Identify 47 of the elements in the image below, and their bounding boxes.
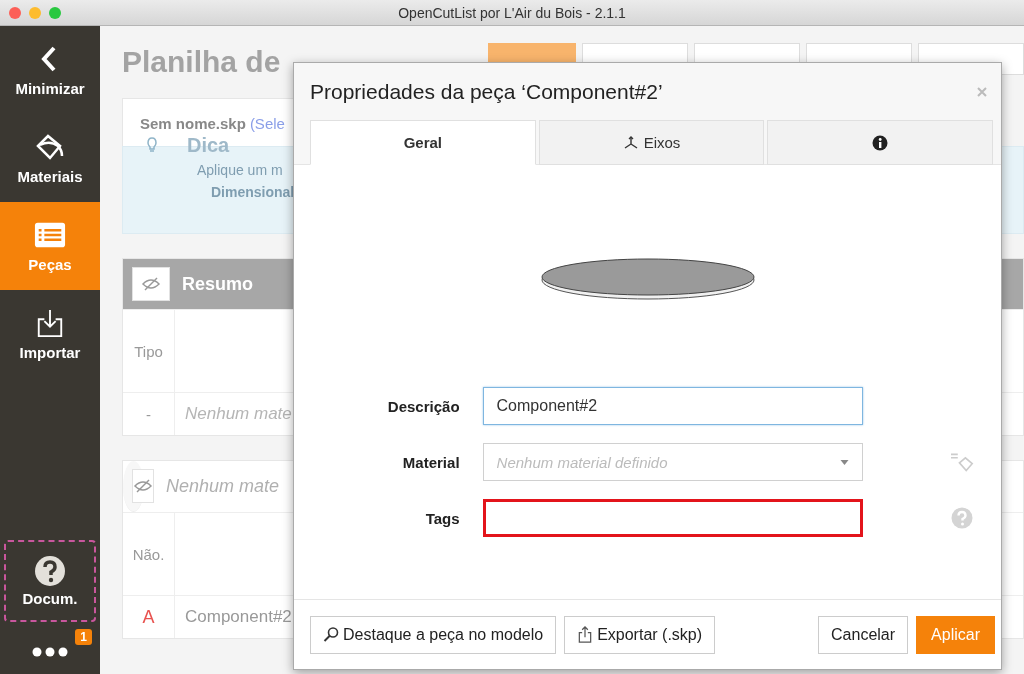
tip-text: Dimensional — [211, 183, 296, 202]
table-cell: A — [123, 596, 175, 638]
search-icon — [323, 626, 339, 643]
close-window-icon[interactable] — [9, 6, 21, 19]
tip-text: Aplique um m — [197, 161, 284, 180]
help-icon — [34, 555, 66, 587]
column-header: Tipo — [123, 310, 175, 392]
window-title: OpenCutList por L'Air du Bois - 2.1.1 — [398, 4, 626, 21]
field-label: Descrição — [386, 397, 461, 415]
table-cell: - — [123, 393, 175, 435]
input-field[interactable]: Component#2 — [482, 387, 864, 425]
zoom-window-icon[interactable] — [49, 6, 61, 19]
documentation-button[interactable]: Docum. — [4, 540, 96, 622]
field-label: Material — [401, 453, 461, 471]
input-field[interactable] — [482, 499, 864, 537]
dialog-button[interactable]: Cancelar — [818, 615, 909, 654]
dialog-title: Propriedades da peça ‘Component#2’ — [310, 79, 663, 104]
table-title: Resumo — [182, 273, 253, 295]
sidebar-item[interactable]: Materiais — [0, 114, 100, 202]
more-icon[interactable] — [32, 647, 68, 657]
file-name: Sem nome.skp — [140, 114, 246, 132]
toggle-button[interactable] — [132, 469, 154, 503]
eye-slash-icon — [141, 277, 161, 291]
minimize-window-icon[interactable] — [29, 6, 41, 19]
dialog-button[interactable]: Destaque a peça no modelo — [310, 615, 557, 654]
table-cell-text: Nenhum mate — [184, 404, 292, 424]
tab[interactable]: Eixos — [538, 120, 765, 165]
tab[interactable]: Geral — [310, 120, 536, 165]
caret-icon — [840, 459, 850, 465]
notification-badge: 1 — [75, 629, 92, 645]
field-label: Tags — [424, 509, 461, 527]
share-icon — [577, 626, 594, 643]
tip-title: Dica — [187, 133, 230, 157]
sidebar-item[interactable]: Importar — [0, 290, 100, 378]
close-icon[interactable] — [977, 86, 987, 97]
table-cell-text: Component#2 — [184, 607, 292, 627]
tab[interactable] — [767, 120, 993, 165]
eye-slash-icon — [133, 479, 153, 493]
lightbulb-icon — [145, 137, 159, 153]
axes-icon — [622, 134, 639, 151]
info-icon — [872, 134, 889, 151]
page-title: Planilha de — [122, 45, 281, 79]
toggle-button[interactable] — [132, 267, 170, 301]
sidebar-item[interactable]: Minimizar — [0, 26, 100, 114]
column-header: Não. — [123, 513, 175, 595]
table-title: Nenhum mate — [166, 475, 280, 497]
dialog-button[interactable]: Exportar (.skp) — [564, 615, 716, 654]
